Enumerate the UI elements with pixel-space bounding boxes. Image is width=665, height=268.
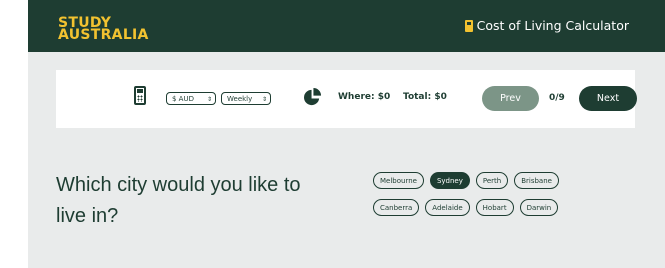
period-select[interactable]: Weekly ⇕: [221, 92, 271, 105]
question-heading: Which city would you like to live in?: [56, 174, 301, 227]
city-options: Melbourne Sydney Perth Brisbane Canberra Ade…: [373, 172, 633, 226]
site-logo[interactable]: STUDY AUSTRALIA: [58, 16, 149, 43]
city-option-canberra[interactable]: Canberra: [373, 199, 420, 216]
calculator-title: Cost of Living Calculator: [464, 18, 629, 33]
step-counter: 0/9: [549, 93, 565, 103]
city-option-darwin[interactable]: Darwin: [519, 199, 559, 216]
city-option-brisbane[interactable]: Brisbane: [514, 172, 559, 189]
city-option-perth[interactable]: Perth: [475, 172, 509, 189]
city-row: Melbourne Sydney Perth Brisbane: [373, 172, 633, 189]
pie-chart-icon: [304, 88, 322, 106]
calculator-toolbar: $ AUD ⇕ Weekly ⇕ Where: $0 Total: $0 Pre…: [56, 70, 637, 128]
currency-select-value: $ AUD: [172, 95, 194, 103]
grand-total: Total: $0: [403, 92, 447, 102]
next-button[interactable]: Next: [579, 86, 637, 111]
city-option-adelaide[interactable]: Adelaide: [425, 199, 470, 216]
calculator-icon: [134, 86, 146, 105]
select-caret-icon: ⇕: [261, 95, 267, 103]
city-option-hobart[interactable]: Hobart: [475, 199, 514, 216]
page-frame: STUDY AUSTRALIA Cost of Living Calculato…: [28, 0, 665, 268]
city-row: Canberra Adelaide Hobart Darwin: [373, 199, 633, 216]
logo-line-2: AUSTRALIA: [58, 27, 149, 43]
site-header: STUDY AUSTRALIA Cost of Living Calculato…: [28, 0, 665, 52]
period-select-value: Weekly: [227, 95, 253, 103]
city-option-sydney[interactable]: Sydney: [429, 172, 470, 189]
city-option-melbourne[interactable]: Melbourne: [373, 172, 424, 189]
where-total: Where: $0: [338, 92, 391, 102]
currency-select[interactable]: $ AUD ⇕: [166, 92, 216, 105]
calculator-icon: [464, 19, 473, 32]
calculator-title-text: Cost of Living Calculator: [476, 18, 629, 33]
prev-button[interactable]: Prev: [482, 86, 539, 111]
select-caret-icon: ⇕: [206, 95, 212, 103]
